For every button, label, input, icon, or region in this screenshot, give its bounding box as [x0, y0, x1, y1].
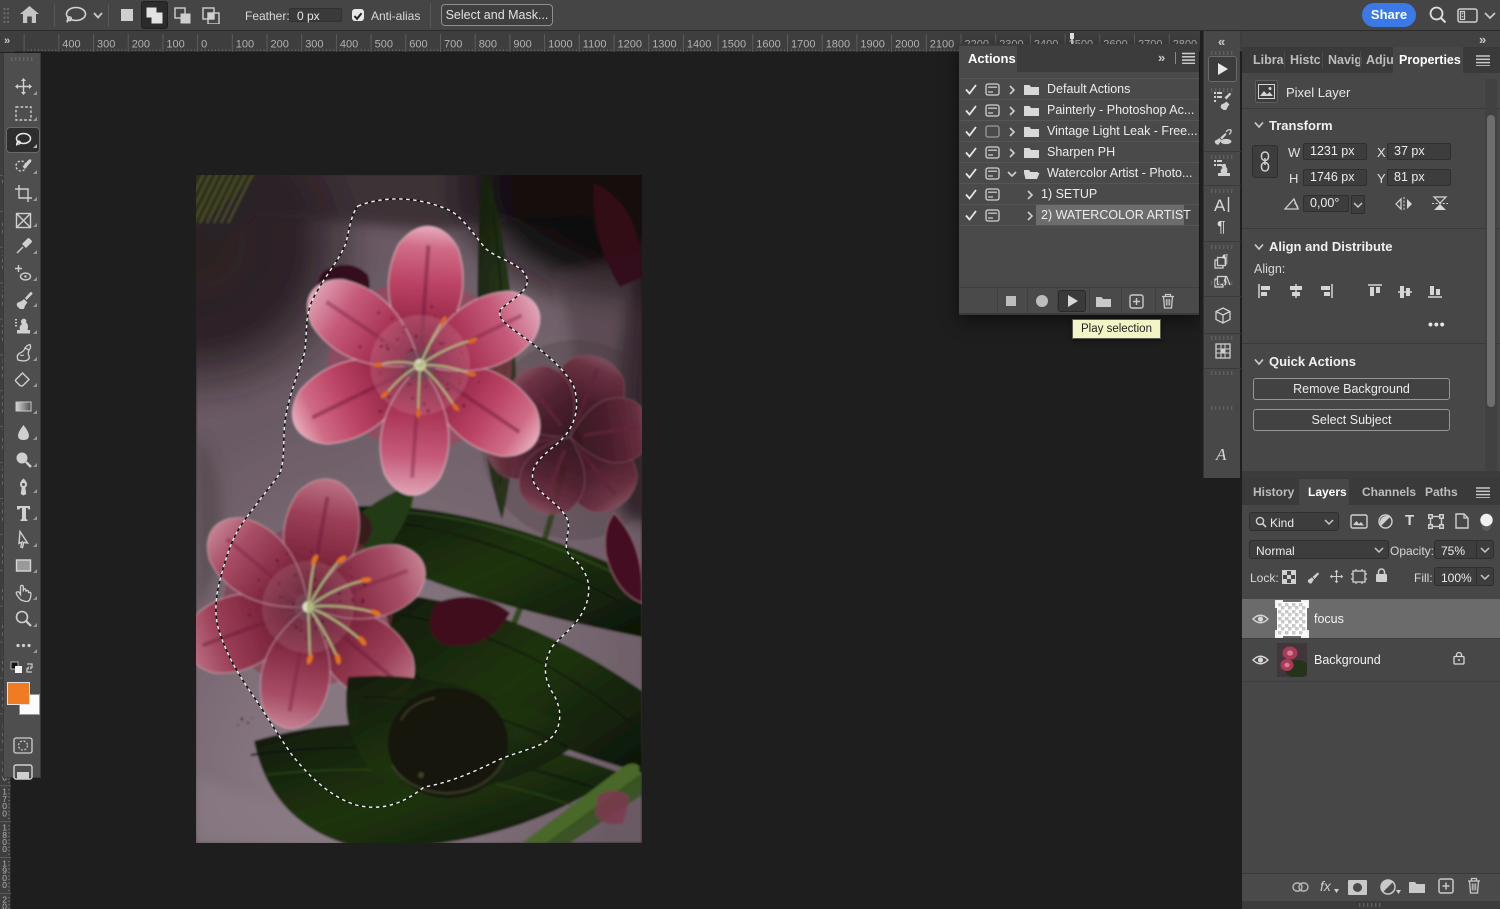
svg-text:A: A	[1215, 445, 1227, 464]
svg-text:800: 800	[479, 39, 497, 51]
svg-text:1000: 1000	[548, 39, 572, 51]
svg-text:1800: 1800	[826, 39, 850, 51]
svg-text:900: 900	[513, 39, 531, 51]
svg-text:0: 0	[201, 39, 207, 51]
svg-text:2000: 2000	[895, 39, 919, 51]
svg-text:A: A	[1214, 196, 1226, 215]
svg-text:200: 200	[132, 39, 150, 51]
svg-text:1100: 1100	[583, 39, 607, 51]
svg-text:600: 600	[409, 39, 427, 51]
svg-text:400: 400	[62, 39, 80, 51]
svg-text:1900: 1900	[860, 39, 884, 51]
svg-text:¶: ¶	[1217, 219, 1226, 236]
svg-text:1600: 1600	[756, 39, 780, 51]
svg-text:0: 0	[2, 844, 7, 854]
svg-text:1300: 1300	[652, 39, 676, 51]
svg-text:1700: 1700	[791, 39, 815, 51]
svg-text:500: 500	[375, 39, 393, 51]
svg-text:0: 0	[2, 808, 7, 818]
svg-text:300: 300	[97, 39, 115, 51]
svg-text:400: 400	[340, 39, 358, 51]
svg-text:100: 100	[166, 39, 184, 51]
svg-text:700: 700	[444, 39, 462, 51]
svg-text:1400: 1400	[687, 39, 711, 51]
svg-text:300: 300	[305, 39, 323, 51]
svg-text:1200: 1200	[618, 39, 642, 51]
svg-text:100: 100	[236, 39, 254, 51]
svg-text:¶: ¶	[1222, 252, 1228, 266]
svg-text:2100: 2100	[930, 39, 954, 51]
svg-text:0: 0	[2, 880, 7, 890]
svg-text:200: 200	[271, 39, 289, 51]
svg-text:1500: 1500	[722, 39, 746, 51]
